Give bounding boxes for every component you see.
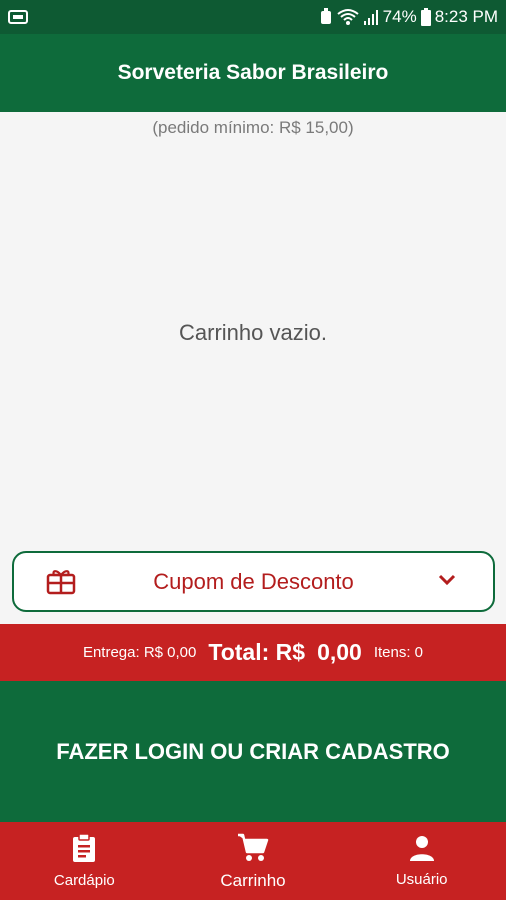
battery-percent: 74% bbox=[382, 7, 417, 26]
signal-icon bbox=[363, 8, 379, 26]
chevron-down-icon[interactable] bbox=[437, 573, 457, 592]
empty-cart-message: Carrinho vazio. bbox=[179, 320, 327, 345]
alarm-icon bbox=[319, 8, 333, 26]
bottom-nav: Cardápio Carrinho Usuário bbox=[0, 822, 506, 900]
nav-label-cardapio: Cardápio bbox=[53, 872, 115, 889]
notification-icon bbox=[8, 9, 30, 25]
nav-label-carrinho: Carrinho bbox=[220, 870, 286, 890]
nav-item-usuario[interactable]: Usuário bbox=[337, 822, 506, 900]
app-title: Sorveteria Sabor Brasileiro bbox=[117, 61, 389, 84]
cart-icon bbox=[237, 832, 269, 867]
total-value: 0,00 bbox=[317, 639, 362, 665]
nav-label-usuario: Usuário bbox=[395, 871, 448, 888]
minimum-order-note: (pedido mínimo: R$ 15,00) bbox=[152, 118, 354, 137]
cart-content: (pedido mínimo: R$ 15,00) Carrinho vazio… bbox=[0, 112, 506, 624]
coupon-dropdown[interactable]: Cupom de Desconto bbox=[12, 551, 495, 612]
user-icon bbox=[408, 834, 436, 867]
items-count: Itens: 0 bbox=[373, 644, 424, 661]
app-bar: Sorveteria Sabor Brasileiro bbox=[0, 34, 506, 112]
nav-item-cardapio[interactable]: Cardápio bbox=[0, 822, 169, 900]
battery-icon bbox=[420, 8, 431, 26]
status-time: 8:23 PM bbox=[434, 7, 498, 26]
total-label: Total: R$ bbox=[208, 639, 306, 665]
menu-clipboard-icon bbox=[71, 833, 97, 868]
gift-card-icon bbox=[46, 567, 76, 600]
nav-item-carrinho[interactable]: Carrinho bbox=[169, 822, 338, 900]
wifi-icon bbox=[337, 8, 359, 26]
login-signup-label: FAZER LOGIN OU CRIAR CADASTRO bbox=[56, 738, 450, 764]
status-bar: 74% 8:23 PM bbox=[0, 0, 506, 34]
coupon-label: Cupom de Desconto bbox=[153, 568, 354, 594]
login-signup-button[interactable]: FAZER LOGIN OU CRIAR CADASTRO bbox=[0, 681, 506, 822]
totals-bar: Entrega: R$ 0,00 Total: R$ 0,00 Itens: 0 bbox=[0, 624, 506, 681]
delivery-fee: Entrega: R$ 0,00 bbox=[82, 644, 197, 661]
